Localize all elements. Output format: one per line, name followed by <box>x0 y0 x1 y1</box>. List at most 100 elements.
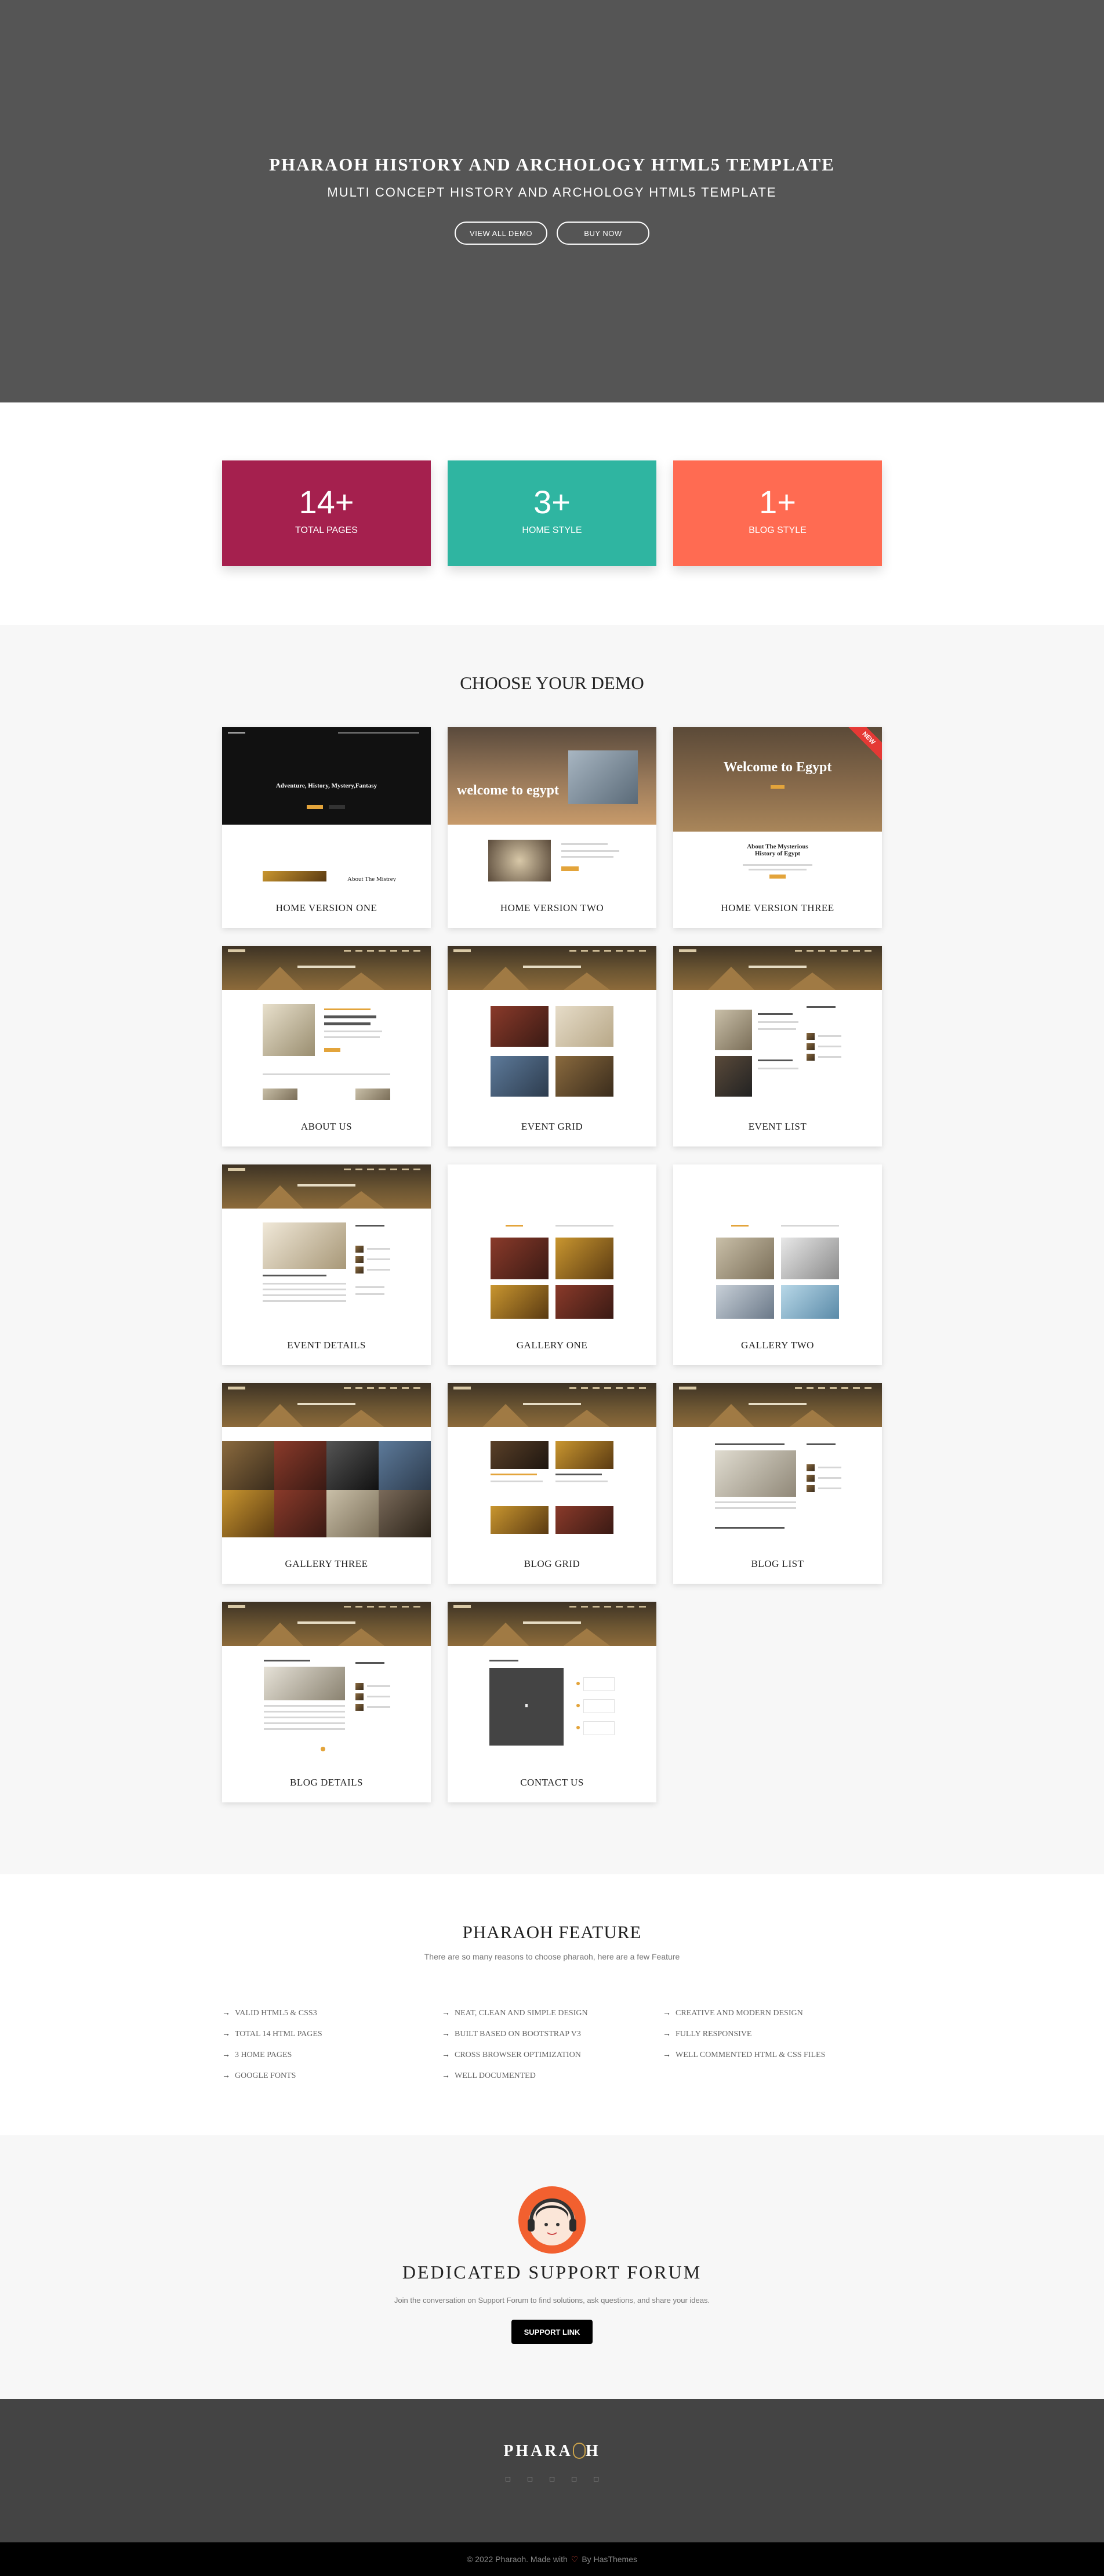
feature-item: → BUILT BASED ON BOOTSTRAP V3 <box>442 2030 581 2038</box>
arrow-right-icon: → <box>663 2030 671 2038</box>
demo-about-text: About The Mistrey <box>347 876 397 881</box>
demo-card-home-three[interactable]: Welcome to Egypt About The Mysterious Hi… <box>673 727 882 928</box>
arrow-right-icon: → <box>222 2071 230 2080</box>
arrow-right-icon: → <box>222 2030 230 2038</box>
demo-card-event-details[interactable]: EVENT DETAILS <box>222 1164 431 1365</box>
demo-card-home-one[interactable]: Adventure, History, Mystery,Fantasy Abou… <box>222 727 431 928</box>
demo-label: HOME VERSION TWO <box>500 902 604 913</box>
demo-hero-text: Welcome to Egypt <box>723 760 832 775</box>
demo-card-gallery-three[interactable]: GALLERY THREE <box>222 1383 431 1584</box>
demo-label: CONTACT US <box>520 1777 584 1788</box>
arrow-right-icon: → <box>222 2009 230 2018</box>
demo-card-blog-grid[interactable]: BLOG GRID <box>448 1383 656 1584</box>
arrow-right-icon: → <box>663 2051 671 2059</box>
stat-label: BLOG STYLE <box>749 525 807 535</box>
arrow-right-icon: → <box>442 2071 450 2080</box>
stat-number: 14+ <box>299 484 354 520</box>
support-section: DEDICATED SUPPORT FORUM Join the convers… <box>0 2135 1104 2399</box>
features-column: → CREATIVE AND MODERN DESIGN → FULLY RESPO… <box>663 2003 871 2066</box>
demo-card-gallery-one[interactable]: GALLERY ONE <box>448 1164 656 1365</box>
hero-section: PHARAOH HISTORY AND ARCHOLOGY HTML5 TEMP… <box>0 0 1104 402</box>
demo-thumbnail <box>222 1164 431 1319</box>
demo-label: EVENT GRID <box>521 1121 583 1132</box>
linkedin-icon[interactable]: □ <box>571 2475 578 2483</box>
stat-label: TOTAL PAGES <box>295 525 358 535</box>
demo-about-text: About The Mysterious History of Egypt <box>747 843 808 857</box>
demo-card-event-list[interactable]: EVENT LIST <box>673 946 882 1146</box>
demo-thumbnail <box>673 1383 882 1537</box>
demo-thumbnail <box>222 1602 431 1756</box>
demo-card-blog-list[interactable]: BLOG LIST <box>673 1383 882 1584</box>
demo-thumbnail: Adventure, History, Mystery,Fantasy Abou… <box>222 727 431 881</box>
support-subtitle: Join the conversation on Support Forum t… <box>394 2296 710 2305</box>
arrow-right-icon: → <box>442 2030 450 2038</box>
footer-logo[interactable]: PHARA H <box>0 2442 1104 2461</box>
support-link-button[interactable]: SUPPORT LINK <box>511 2320 593 2344</box>
features-section: PHARAOH FEATURE There are so many reason… <box>0 1874 1104 2135</box>
demo-thumbnail <box>448 1383 656 1537</box>
demo-card-about-us[interactable]: ABOUT US <box>222 946 431 1146</box>
demo-label: BLOG LIST <box>751 1558 804 1569</box>
feature-item: → 3 HOME PAGES <box>222 2051 292 2059</box>
feature-item: → VALID HTML5 & CSS3 <box>222 2009 317 2018</box>
demo-label: HOME VERSION THREE <box>721 902 834 913</box>
demo-label: BLOG DETAILS <box>290 1777 363 1788</box>
logo-mark-icon <box>572 2442 586 2459</box>
arrow-right-icon: → <box>222 2051 230 2059</box>
feature-item: → TOTAL 14 HTML PAGES <box>222 2030 322 2038</box>
arrow-right-icon: → <box>442 2009 450 2018</box>
stat-home-style: 3+ HOME STYLE <box>448 460 656 566</box>
demo-label: ABOUT US <box>300 1121 353 1132</box>
arrow-right-icon: → <box>442 2051 450 2059</box>
feature-item: → CREATIVE AND MODERN DESIGN <box>663 2009 803 2018</box>
demo-label: GALLERY TWO <box>741 1340 814 1351</box>
demo-thumbnail <box>222 1383 431 1537</box>
hero-title: PHARAOH HISTORY AND ARCHOLOGY HTML5 TEMP… <box>269 154 835 175</box>
footer: PHARA H □ □ □ □ □ <box>0 2399 1104 2542</box>
demo-thumbnail <box>448 946 656 1100</box>
stat-number: 1+ <box>759 484 796 520</box>
features-title: PHARAOH FEATURE <box>462 1922 642 1942</box>
pinterest-icon[interactable]: □ <box>593 2475 600 2483</box>
demo-label: GALLERY THREE <box>285 1558 368 1569</box>
stat-number: 3+ <box>533 484 571 520</box>
demo-label: HOME VERSION ONE <box>275 902 377 913</box>
demo-thumbnail <box>222 946 431 1100</box>
stat-blog-style: 1+ BLOG STYLE <box>673 460 882 566</box>
stats-section: 14+ TOTAL PAGES 3+ HOME STYLE 1+ BLOG ST… <box>0 402 1104 625</box>
feature-item: → GOOGLE FONTS <box>222 2071 296 2080</box>
demo-thumbnail <box>448 1164 656 1319</box>
buy-now-button[interactable]: BUY NOW <box>557 222 649 245</box>
features-column: → NEAT, CLEAN AND SIMPLE DESIGN → BUILT BA… <box>442 2003 651 2087</box>
arrow-right-icon: → <box>663 2009 671 2018</box>
copyright-bar: © 2022 Pharaoh. Made with ♡ By HasThemes <box>0 2542 1104 2576</box>
demo-hero-text: Adventure, History, Mystery,Fantasy <box>275 782 377 789</box>
demo-card-contact-us[interactable]: CONTACT US <box>448 1602 656 1802</box>
demos-title: CHOOSE YOUR DEMO <box>460 673 644 693</box>
demo-hero-text: welcome to egypt <box>457 783 559 798</box>
demo-card-gallery-two[interactable]: GALLERY TWO <box>673 1164 882 1365</box>
support-headset-icon <box>518 2186 586 2254</box>
feature-item: → FULLY RESPONSIVE <box>663 2030 752 2038</box>
facebook-icon[interactable]: □ <box>504 2475 511 2483</box>
twitter-icon[interactable]: □ <box>526 2475 533 2483</box>
feature-item: → CROSS BROWSER OPTIMIZATION <box>442 2051 581 2059</box>
social-links: □ □ □ □ □ <box>0 2475 1104 2483</box>
demo-card-event-grid[interactable]: EVENT GRID <box>448 946 656 1146</box>
google-plus-icon[interactable]: □ <box>549 2475 555 2483</box>
demo-label: EVENT LIST <box>748 1121 807 1132</box>
feature-item: → WELL DOCUMENTED <box>442 2071 536 2080</box>
demo-label: GALLERY ONE <box>516 1340 588 1351</box>
demo-card-home-two[interactable]: welcome to egypt HOME VERSION TWO <box>448 727 656 928</box>
view-all-demo-button[interactable]: VIEW ALL DEMO <box>455 222 547 245</box>
copyright-author-link[interactable]: By HasThemes <box>582 2555 637 2564</box>
demo-thumbnail: welcome to egypt <box>448 727 656 881</box>
demo-thumbnail <box>673 946 882 1100</box>
demo-thumbnail: Welcome to Egypt About The Mysterious Hi… <box>673 727 882 881</box>
stat-total-pages: 14+ TOTAL PAGES <box>222 460 431 566</box>
demo-label: EVENT DETAILS <box>287 1340 366 1351</box>
demo-card-blog-details[interactable]: BLOG DETAILS <box>222 1602 431 1802</box>
copyright-text: © 2022 Pharaoh. Made with <box>466 2555 568 2564</box>
feature-item: → NEAT, CLEAN AND SIMPLE DESIGN <box>442 2009 588 2018</box>
heart-icon: ♡ <box>571 2554 579 2564</box>
